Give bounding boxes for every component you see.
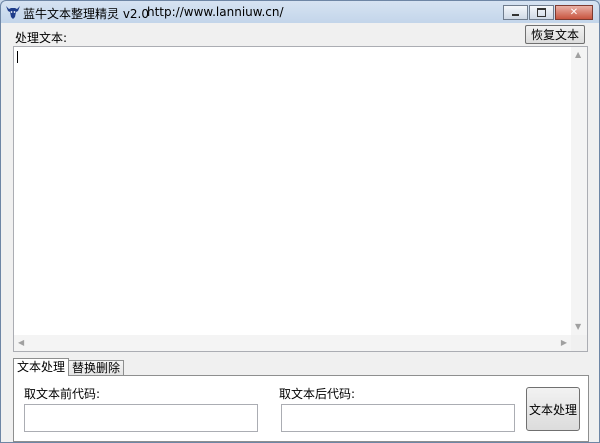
process-text-label: 处理文本: <box>15 31 68 45</box>
app-window: 蓝牛文本整理精灵 v2.0 http://www.lanniuw.cn/ ✕ 处… <box>0 0 600 443</box>
suffix-code-input[interactable] <box>282 405 514 431</box>
vertical-scrollbar[interactable]: ▲ ▼ <box>571 47 587 335</box>
maximize-button[interactable] <box>529 5 554 20</box>
minimize-icon <box>512 14 519 16</box>
window-url: http://www.lanniuw.cn/ <box>147 5 284 19</box>
restore-text-button[interactable]: 恢复文本 <box>525 25 585 44</box>
scroll-up-icon[interactable]: ▲ <box>575 51 581 59</box>
window-title: 蓝牛文本整理精灵 v2.0 <box>23 7 150 21</box>
title-bar[interactable]: 蓝牛文本整理精灵 v2.0 http://www.lanniuw.cn/ ✕ <box>1 1 599 23</box>
prefix-code-input[interactable] <box>25 405 257 431</box>
tab-text-processing[interactable]: 文本处理 <box>13 358 70 376</box>
process-text-button[interactable]: 文本处理 <box>526 387 580 431</box>
window-controls: ✕ <box>502 5 593 20</box>
maximize-icon <box>537 8 546 17</box>
scroll-down-icon[interactable]: ▼ <box>575 323 581 331</box>
process-text-area[interactable]: ▲ ▼ ◀ ▶ <box>13 46 588 352</box>
suffix-code-label: 取文本后代码: <box>279 387 356 401</box>
tab-panel: 取文本前代码: 取文本后代码: 文本处理 <box>13 375 589 442</box>
minimize-button[interactable] <box>503 5 528 20</box>
close-button[interactable]: ✕ <box>555 5 593 20</box>
text-caret <box>17 51 18 63</box>
tab-strip: 文本处理 替换删除 <box>13 358 125 376</box>
scrollbar-corner <box>571 335 587 351</box>
tab-replace-delete[interactable]: 替换删除 <box>68 360 125 376</box>
scroll-left-icon[interactable]: ◀ <box>18 339 24 347</box>
suffix-code-field[interactable] <box>281 404 515 432</box>
bull-logo-icon <box>5 4 21 20</box>
horizontal-scrollbar[interactable]: ◀ ▶ <box>14 335 571 351</box>
prefix-code-label: 取文本前代码: <box>24 387 101 401</box>
prefix-code-field[interactable] <box>24 404 258 432</box>
scroll-right-icon[interactable]: ▶ <box>561 339 567 347</box>
close-icon: ✕ <box>569 6 579 18</box>
